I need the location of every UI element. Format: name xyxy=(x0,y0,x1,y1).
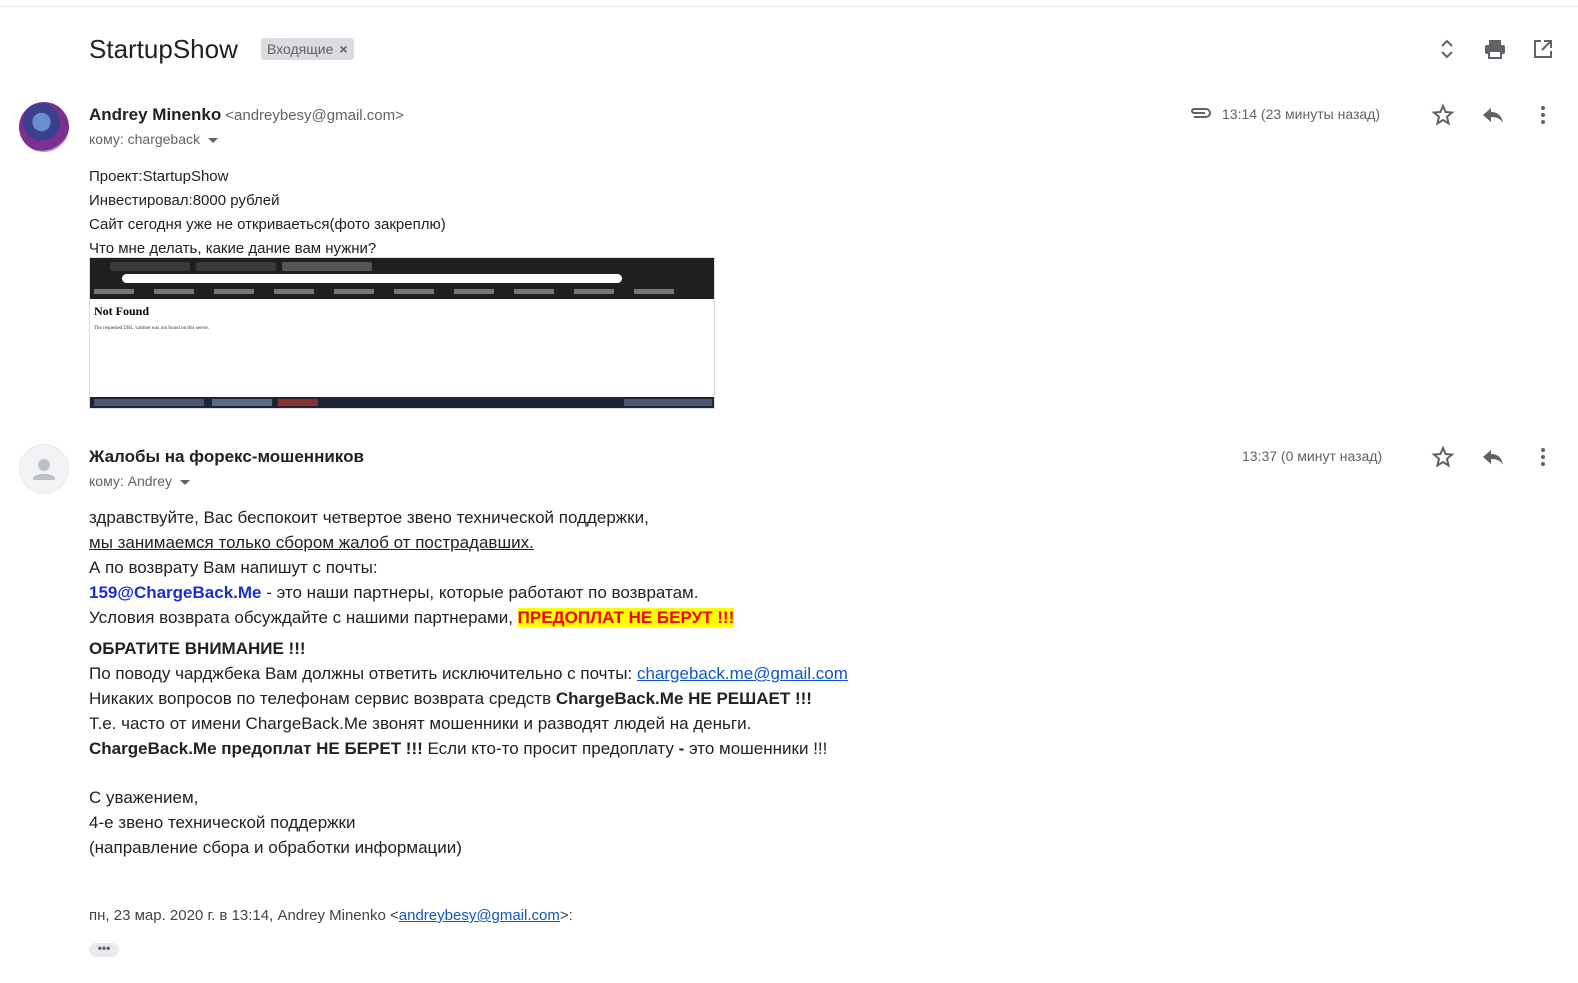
browser-chrome xyxy=(90,258,714,299)
default-avatar-icon[interactable] xyxy=(19,444,69,494)
chevron-down-icon[interactable] xyxy=(180,479,190,485)
body-text: Если кто-то просит предоплату xyxy=(422,739,679,758)
label-chip-text: Входящие xyxy=(267,41,334,57)
quote-prefix: пн, 23 мар. 2020 г. в 13:14, Andrey Mine… xyxy=(89,907,399,924)
quoted-header: пн, 23 мар. 2020 г. в 13:14, Andrey Mine… xyxy=(89,907,573,924)
body-line: Инвестировал:8000 рублей xyxy=(89,192,280,209)
expand-collapse-icon[interactable] xyxy=(1434,36,1460,62)
taskbar-item xyxy=(278,399,318,406)
attention-heading: ОБРАТИТЕ ВНИМАНИЕ !!! xyxy=(89,639,306,658)
body-text: Никаких вопросов по телефонам сервис воз… xyxy=(89,689,556,708)
attachment-icon xyxy=(1188,106,1212,125)
message1-body: Проект:StartupShow Инвестировал:8000 руб… xyxy=(89,165,446,261)
signature-line: 4-е звено технической поддержки xyxy=(89,813,356,832)
body-line: Проект:StartupShow xyxy=(89,168,229,185)
message1-sender: Andrey Minenko <andreybesy@gmail.com> xyxy=(89,105,404,125)
sender-name: Andrey Minenko xyxy=(89,105,222,124)
body-line: Условия возврата обсуждайте с нашими пар… xyxy=(89,605,848,630)
body-line: По поводу чарджбека Вам должны ответить … xyxy=(89,661,848,686)
taskbar-tray xyxy=(624,399,712,406)
browser-tab xyxy=(196,262,276,271)
bold-text: ChargeBack.Me предоплат НЕ БЕРЕТ !!! xyxy=(89,739,423,758)
browser-url-bar xyxy=(122,274,622,283)
signature-line: С уважением, xyxy=(89,788,199,807)
chargeback-email-link[interactable]: chargeback.me@gmail.com xyxy=(637,664,848,683)
screenshot-text: The requested URL /cabinet was not found… xyxy=(94,326,210,331)
thread-toolbar xyxy=(1434,36,1556,62)
chevron-down-icon[interactable] xyxy=(208,137,219,143)
browser-bookmarks-bar xyxy=(94,289,694,294)
body-line: здравствуйте, Вас беспокоит четвертое зв… xyxy=(89,508,649,527)
reply-icon[interactable] xyxy=(1480,444,1506,470)
remove-label-button[interactable]: × xyxy=(339,41,347,57)
signature-line: (направление сбора и обработки информаци… xyxy=(89,838,462,857)
body-text: Условия возврата обсуждайте с нашими пар… xyxy=(89,608,518,627)
more-vert-icon[interactable] xyxy=(1530,102,1556,128)
message1-actions xyxy=(1430,102,1556,128)
browser-tab xyxy=(282,262,372,271)
message1-time: 13:14 (23 минуты назад) xyxy=(1222,106,1380,122)
taskbar-item xyxy=(212,399,272,406)
sender-email: <andreybesy@gmail.com> xyxy=(225,107,404,124)
body-line: 159@ChargeBack.Me - это наши партнеры, к… xyxy=(89,580,848,605)
label-chip-inbox[interactable]: Входящие × xyxy=(261,38,354,60)
body-line: Т.е. часто от имени ChargeBack.Me звонят… xyxy=(89,714,752,733)
body-text: По поводу чарджбека Вам должны ответить … xyxy=(89,664,637,683)
taskbar-icons xyxy=(94,399,204,406)
thread-subject: StartupShow xyxy=(89,34,238,64)
body-text: это мошенники !!! xyxy=(684,739,828,758)
body-line: Сайт сегодня уже не откриваеться(фото за… xyxy=(89,216,446,233)
bold-text: ChargeBack.Me НЕ РЕШАЕТ !!! xyxy=(555,689,812,708)
star-icon[interactable] xyxy=(1430,444,1456,470)
body-text: - это наши партнеры, которые работают по… xyxy=(261,583,699,602)
message2-body: здравствуйте, Вас беспокоит четвертое зв… xyxy=(89,505,848,860)
open-in-new-window-icon[interactable] xyxy=(1530,36,1556,62)
body-line: ChargeBack.Me предоплат НЕ БЕРЕТ !!! Есл… xyxy=(89,736,848,761)
more-vert-icon[interactable] xyxy=(1530,444,1556,470)
message1-recipient[interactable]: кому: chargeback xyxy=(89,131,219,147)
screenshot-title: Not Found xyxy=(94,304,150,318)
browser-tab xyxy=(110,262,190,271)
recipient-text: кому: chargeback xyxy=(89,131,201,147)
message2-time: 13:37 (0 минут назад) xyxy=(1242,448,1383,464)
top-divider xyxy=(0,6,1578,7)
message2-actions xyxy=(1430,444,1556,470)
message2-recipient[interactable]: кому: Andrey xyxy=(89,473,190,489)
print-icon[interactable] xyxy=(1482,36,1508,62)
quote-email-link[interactable]: andreybesy@gmail.com xyxy=(399,907,560,924)
body-line: А по возврату Вам напишут с почты: xyxy=(89,558,378,577)
show-trimmed-content-button[interactable]: ••• xyxy=(89,942,119,957)
star-icon[interactable] xyxy=(1430,102,1456,128)
inline-image-attachment[interactable]: Not Found The requested URL /cabinet was… xyxy=(89,257,715,409)
windows-taskbar xyxy=(90,397,714,408)
reply-icon[interactable] xyxy=(1480,102,1506,128)
body-line: мы занимаемся только сбором жалоб от пос… xyxy=(89,533,534,552)
sender-avatar[interactable] xyxy=(19,102,69,152)
highlight-warning: ПРЕДОПЛАТ НЕ БЕРУТ !!! xyxy=(517,608,735,627)
message2-sender: Жалобы на форекс-мошенников xyxy=(89,447,364,466)
body-line: Никаких вопросов по телефонам сервис воз… xyxy=(89,686,848,711)
partner-email: 159@ChargeBack.Me xyxy=(89,583,262,602)
recipient-text: кому: Andrey xyxy=(89,473,172,489)
quote-suffix: >: xyxy=(559,907,573,924)
